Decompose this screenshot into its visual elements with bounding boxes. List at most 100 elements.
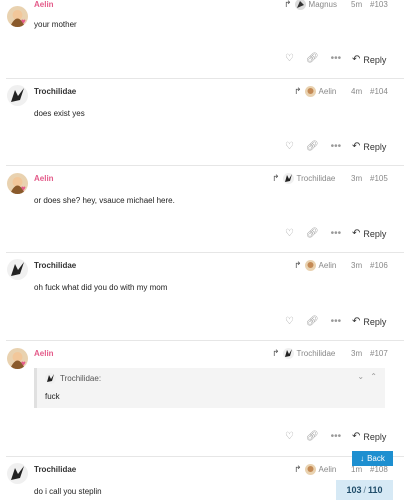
mini-avatar: [304, 260, 316, 271]
reply-button[interactable]: ↶ Reply: [352, 228, 386, 239]
post-time[interactable]: 3m: [351, 261, 362, 270]
post-number[interactable]: #105: [370, 174, 388, 183]
progress-separator: /: [363, 485, 366, 495]
progress-current: 103: [346, 485, 362, 495]
reply-label: Reply: [363, 54, 387, 65]
reply-to[interactable]: ↱ Aelin: [294, 86, 336, 97]
post-time[interactable]: 4m: [351, 87, 362, 96]
reply-to[interactable]: ↱ Aelin: [294, 464, 336, 475]
quote-header: Trochilidae:: [45, 373, 101, 384]
reply-label: Reply: [363, 316, 387, 327]
arrow-down-icon: ↓: [360, 454, 365, 463]
quote-author: Trochilidae:: [60, 374, 102, 383]
reply-button[interactable]: ↶ Reply: [352, 54, 386, 65]
link-icon[interactable]: 🔗︎: [306, 317, 319, 327]
reply-arrow-icon: ↱: [272, 348, 280, 358]
quote-block: Trochilidae: ⌄ ⌃ fuck: [34, 368, 385, 408]
ellipsis-icon[interactable]: •••: [331, 54, 342, 64]
reply-arrow-icon: ↱: [284, 0, 292, 9]
heart-outline-icon[interactable]: ♡: [285, 54, 294, 64]
post-number[interactable]: #107: [370, 349, 388, 358]
heart-outline-icon[interactable]: ♡: [285, 229, 294, 239]
reply-button[interactable]: ↶ Reply: [352, 316, 386, 327]
post-actions: ♡ 🔗︎ •••: [285, 432, 341, 442]
avatar[interactable]: [7, 259, 28, 280]
divider: [6, 165, 404, 166]
username[interactable]: Aelin: [34, 0, 54, 9]
reply-button[interactable]: ↶ Reply: [352, 141, 386, 152]
topic-progress[interactable]: 103 / 110: [336, 480, 393, 500]
post-actions: ♡ 🔗︎ •••: [285, 229, 341, 239]
reply-to-user: Aelin: [318, 465, 337, 474]
mini-avatar: [45, 373, 56, 384]
post-body: does exist yes: [34, 109, 85, 118]
username[interactable]: Trochilidae: [34, 465, 76, 474]
reply-to[interactable]: ↱ Trochilidae: [272, 348, 335, 359]
mini-avatar: [282, 173, 294, 184]
avatar[interactable]: [7, 463, 28, 484]
link-icon[interactable]: 🔗︎: [306, 142, 319, 152]
post-time[interactable]: 3m: [351, 174, 362, 183]
quote-text: fuck: [45, 392, 60, 401]
ellipsis-icon[interactable]: •••: [331, 229, 342, 239]
reply-label: Reply: [363, 431, 387, 442]
post-body: your mother: [34, 20, 77, 29]
mini-avatar: [304, 464, 316, 475]
reply-label: Reply: [363, 141, 387, 152]
username[interactable]: Trochilidae: [34, 261, 76, 270]
post-number[interactable]: #103: [370, 0, 388, 9]
post-number[interactable]: #106: [370, 261, 388, 270]
divider: [6, 340, 404, 341]
post-body: oh fuck what did you do with my mom: [34, 283, 168, 292]
reply-to[interactable]: ↱ Trochilidae: [272, 173, 335, 184]
ellipsis-icon[interactable]: •••: [331, 317, 342, 327]
reply-to-user: Aelin: [318, 87, 337, 96]
back-label: Back: [367, 454, 385, 463]
post-time[interactable]: 1m: [351, 465, 362, 474]
reply-to[interactable]: ↱ Magnus: [284, 0, 337, 10]
heart-outline-icon[interactable]: ♡: [285, 142, 294, 152]
post-number[interactable]: #104: [370, 87, 388, 96]
mini-avatar: [304, 86, 316, 97]
post-time[interactable]: 3m: [351, 349, 362, 358]
chevron-down-icon[interactable]: ⌄: [357, 372, 366, 381]
post-number[interactable]: #108: [370, 465, 388, 474]
mini-avatar: [282, 348, 294, 359]
reply-icon: ↶: [352, 316, 361, 327]
username[interactable]: Trochilidae: [34, 87, 76, 96]
reply-to-user: Aelin: [318, 261, 337, 270]
reply-arrow-icon: ↱: [294, 464, 302, 474]
link-icon[interactable]: 🔗︎: [306, 432, 319, 442]
post-actions: ♡ 🔗︎ •••: [285, 54, 341, 64]
heart-badge-icon: ♥: [21, 359, 26, 368]
link-icon[interactable]: 🔗︎: [306, 54, 319, 64]
heart-outline-icon[interactable]: ♡: [285, 317, 294, 327]
reply-to-user: Trochilidae: [296, 349, 336, 358]
reply-to-user: Magnus: [308, 0, 338, 9]
username[interactable]: Aelin: [34, 349, 54, 358]
post-time[interactable]: 5m: [351, 0, 362, 9]
reply-icon: ↶: [352, 54, 361, 65]
progress-total: 110: [368, 485, 383, 495]
ellipsis-icon[interactable]: •••: [331, 142, 342, 152]
avatar[interactable]: [7, 85, 28, 106]
reply-icon: ↶: [352, 141, 361, 152]
divider: [6, 78, 404, 79]
quote-controls[interactable]: ⌄ ⌃: [357, 372, 379, 381]
reply-arrow-icon: ↱: [294, 260, 302, 270]
divider: [6, 252, 404, 253]
link-icon[interactable]: 🔗︎: [306, 229, 319, 239]
back-button[interactable]: ↓ Back: [352, 451, 393, 466]
mini-avatar: [294, 0, 306, 10]
heart-outline-icon[interactable]: ♡: [285, 432, 294, 442]
post-body: or does she? hey, vsauce michael here.: [34, 196, 175, 205]
ellipsis-icon[interactable]: •••: [331, 432, 342, 442]
reply-arrow-icon: ↱: [294, 86, 302, 96]
divider: [6, 456, 404, 457]
post-actions: ♡ 🔗︎ •••: [285, 142, 341, 152]
reply-to-user: Trochilidae: [296, 174, 336, 183]
chevron-up-icon[interactable]: ⌃: [370, 372, 379, 381]
reply-button[interactable]: ↶ Reply: [352, 431, 386, 442]
username[interactable]: Aelin: [34, 174, 54, 183]
reply-to[interactable]: ↱ Aelin: [294, 260, 336, 271]
